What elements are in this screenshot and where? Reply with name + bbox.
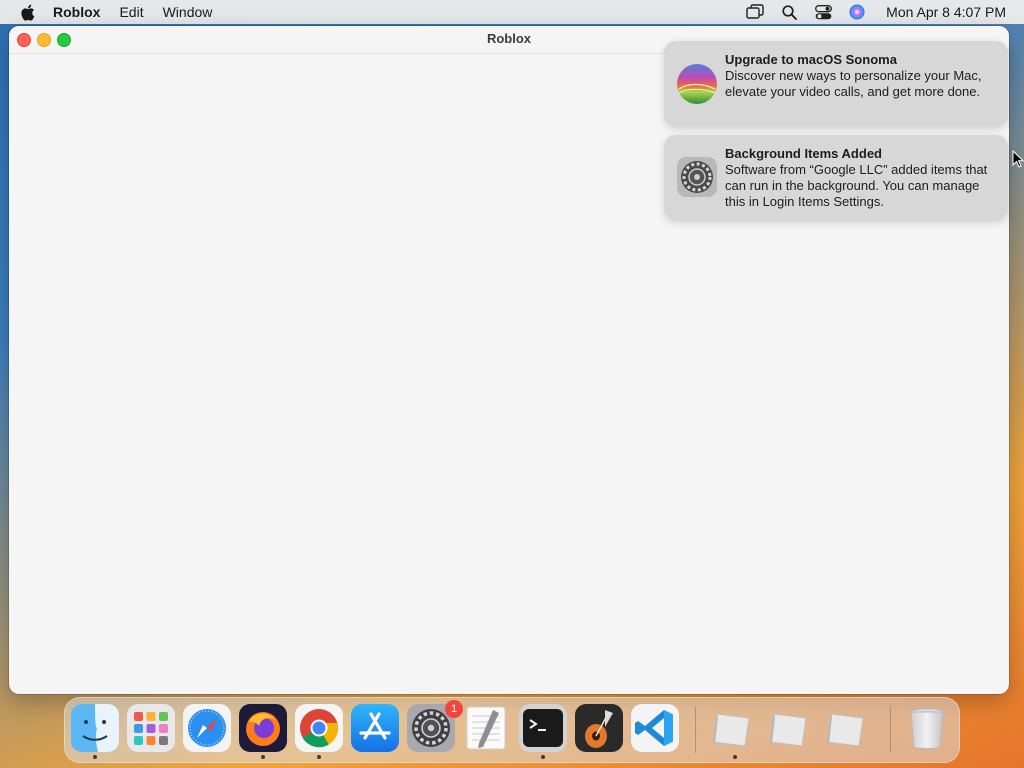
firefox-icon[interactable] — [239, 704, 287, 752]
terminal-icon[interactable] — [519, 704, 567, 752]
dock-separator — [890, 707, 891, 753]
visual-studio-code-icon[interactable] — [631, 704, 679, 752]
garageband-icon[interactable] — [575, 704, 623, 752]
running-indicator — [541, 755, 545, 759]
menu-clock[interactable]: Mon Apr 8 4:07 PM — [886, 4, 1006, 20]
trash-icon[interactable] — [903, 704, 951, 752]
screen-mirroring-icon[interactable] — [746, 3, 764, 21]
menu-edit[interactable]: Edit — [119, 4, 143, 20]
system-settings-dock-icon[interactable]: 1 — [407, 700, 463, 752]
notification-body: Software from “Google LLC” added items t… — [725, 162, 988, 209]
apple-logo-icon[interactable] — [19, 4, 35, 21]
textedit-icon[interactable] — [463, 704, 511, 752]
roblox-icon[interactable] — [821, 704, 869, 752]
notification-background-items[interactable]: Background Items Added Software from “Go… — [664, 135, 1008, 221]
mouse-pointer-icon — [1012, 149, 1024, 173]
launchpad-icon[interactable] — [127, 704, 175, 752]
notification-sonoma-upgrade[interactable]: Upgrade to macOS Sonoma Discover new way… — [664, 41, 1008, 127]
notification-body: Discover new ways to personalize your Ma… — [725, 68, 982, 99]
roblox-icon[interactable] — [707, 704, 755, 752]
safari-icon[interactable] — [183, 704, 231, 752]
notification-title: Upgrade to macOS Sonoma — [725, 52, 897, 67]
menu-window[interactable]: Window — [163, 4, 213, 20]
google-chrome-icon[interactable] — [295, 704, 343, 752]
menu-bar: Roblox Edit Window Mon Apr 8 4:07 PM — [0, 0, 1024, 24]
notification-title: Background Items Added — [725, 146, 882, 161]
app-store-icon[interactable] — [351, 704, 399, 752]
dock-separator — [695, 707, 696, 753]
notification-badge: 1 — [445, 700, 463, 718]
running-indicator — [261, 755, 265, 759]
running-indicator — [93, 755, 97, 759]
macos-sonoma-icon — [676, 63, 718, 105]
control-center-icon[interactable] — [814, 3, 832, 21]
roblox-icon[interactable] — [764, 704, 812, 752]
search-icon[interactable] — [780, 3, 798, 21]
siri-icon[interactable] — [848, 3, 866, 21]
running-indicator — [733, 755, 737, 759]
finder-icon[interactable] — [71, 704, 119, 752]
dock: 1 — [64, 697, 960, 763]
system-settings-icon — [676, 156, 718, 198]
running-indicator — [317, 755, 321, 759]
menu-app-roblox[interactable]: Roblox — [53, 4, 100, 20]
